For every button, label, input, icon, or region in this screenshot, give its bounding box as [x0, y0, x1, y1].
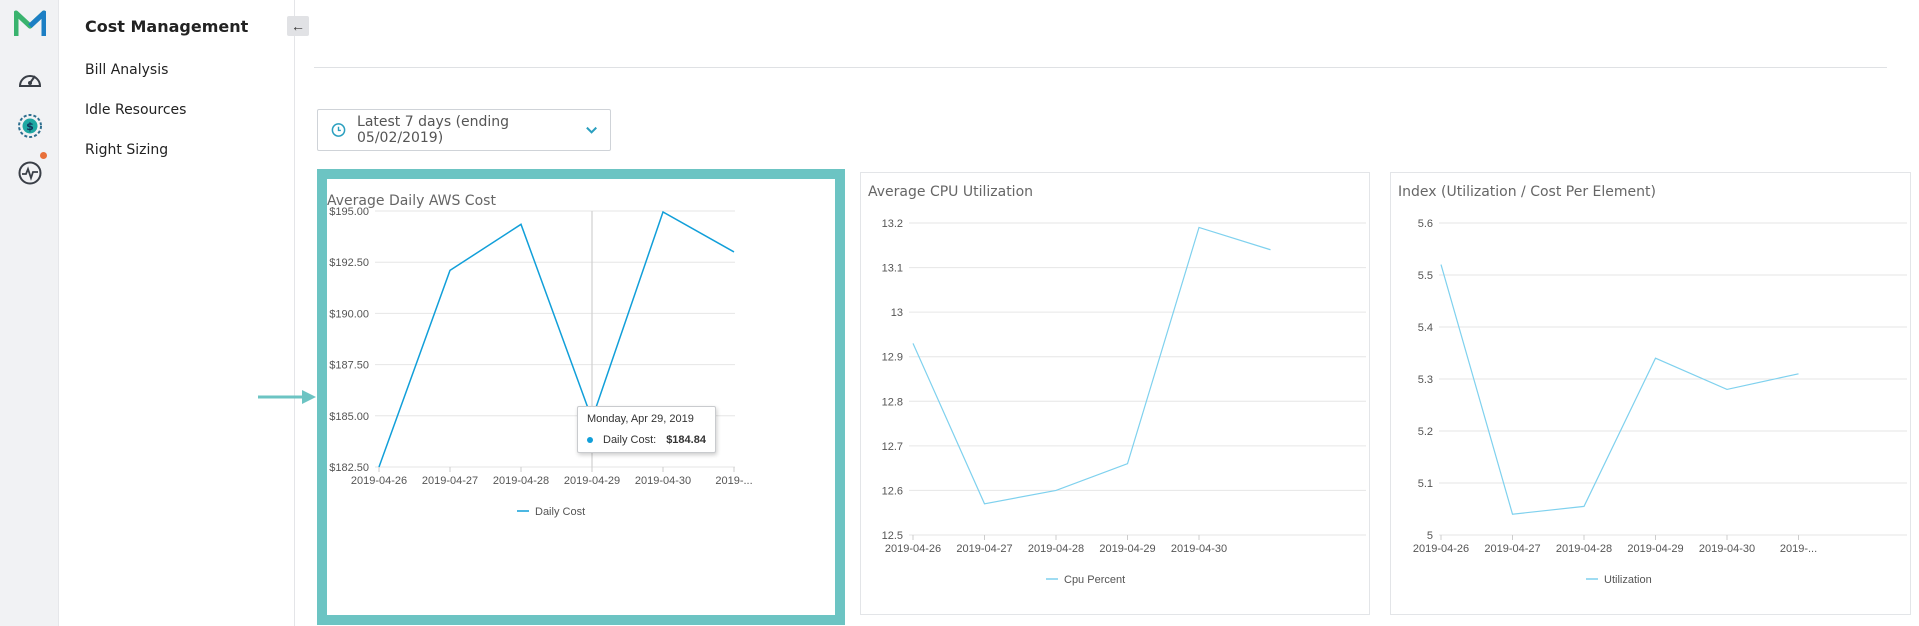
daily-cost-chart: $195.00 $192.50 $190.00 $187.50 $185.00 $182.…: [329, 206, 752, 518]
cpu-utilization-chart: 13.2 13.1 13 12.9 12.8 12.7 12.6 12.52019-04-26…: [882, 218, 1366, 586]
y-tick-label: $190.00: [329, 308, 369, 320]
x-tick-label: 2019-04-30: [635, 475, 691, 487]
x-tick-label: 2019-04-30: [1171, 543, 1227, 555]
x-tick-label: 2019-04-27: [1484, 543, 1540, 555]
y-tick-label: 12.7: [882, 441, 903, 453]
monitor-pulse-icon[interactable]: [16, 159, 44, 187]
header-divider: [314, 67, 1887, 68]
x-tick-label: 2019-04-26: [1413, 543, 1469, 555]
y-tick-label: 12.9: [882, 352, 903, 364]
utilization-index-chart: 5.6 5.5 5.4 5.3 5.2 5.1 52019-04-26 2019-04-27 2…: [1413, 218, 1907, 586]
tooltip-value: $184.84: [666, 434, 706, 446]
main-content: Latest 7 days (ending 05/02/2019) Averag…: [296, 0, 1919, 626]
x-tick-label: 2019-04-28: [1556, 543, 1612, 555]
date-range-select[interactable]: Latest 7 days (ending 05/02/2019): [317, 109, 611, 151]
date-range-label: Latest 7 days (ending 05/02/2019): [357, 114, 510, 146]
y-tick-label: $185.00: [329, 411, 369, 423]
y-tick-label: $192.50: [329, 257, 369, 269]
y-tick-label: 13.1: [882, 263, 903, 275]
x-tick-label: 2019-04-28: [493, 475, 549, 487]
chart-panel-daily-cost: Average Daily AWS Cost $195.00 $192.50 $19…: [317, 169, 845, 625]
y-tick-label: $195.00: [329, 206, 369, 218]
notification-dot: [40, 152, 47, 159]
y-tick-label: 12.6: [882, 485, 903, 497]
y-tick-label: 13.2: [882, 218, 903, 230]
logo-icon[interactable]: [14, 10, 46, 38]
x-tick-label: 2019-04-27: [422, 475, 478, 487]
chart-panel-utilization-index: Index (Utilization / Cost Per Element) 5…: [1390, 172, 1911, 615]
x-tick-label: 2019-04-29: [1099, 543, 1155, 555]
y-tick-label: $182.50: [329, 462, 369, 474]
x-tick-label: 2019-04-27: [956, 543, 1012, 555]
nav-item-right-sizing[interactable]: Right Sizing: [85, 142, 168, 158]
legend-label: Cpu Percent: [1064, 574, 1125, 586]
y-tick-label: 5.4: [1418, 322, 1433, 334]
x-tick-label: 2019-04-29: [1627, 543, 1683, 555]
tooltip-series-marker: [587, 437, 593, 443]
chart-tooltip: Monday, Apr 29, 2019 Daily Cost: $184.84: [577, 406, 716, 453]
y-tick-label: 12.5: [882, 530, 903, 542]
icon-rail: $: [0, 0, 59, 626]
y-tick-label: 13: [891, 307, 903, 319]
y-tick-label: 5.1: [1418, 478, 1433, 490]
speedometer-icon[interactable]: [16, 65, 44, 93]
series-line: [912, 226, 1271, 505]
x-tick-label: 2019-04-30: [1699, 543, 1755, 555]
x-tick-label: 2019-...: [1780, 543, 1817, 555]
x-tick-label: 2019-04-29: [564, 475, 620, 487]
tooltip-date: Monday, Apr 29, 2019: [587, 413, 694, 425]
y-tick-label: 5.3: [1418, 374, 1433, 386]
nav-item-bill-analysis[interactable]: Bill Analysis: [85, 62, 168, 78]
x-tick-label: 2019-04-26: [351, 475, 407, 487]
chart-panel-cpu-utilization: Average CPU Utilization 13.2 13.1 13 12.9 12…: [860, 172, 1370, 615]
legend-label: Utilization: [1604, 574, 1652, 586]
cost-dollar-icon[interactable]: $: [16, 112, 44, 140]
svg-text:$: $: [26, 120, 34, 133]
y-tick-label: 5: [1427, 530, 1433, 542]
y-tick-label: $187.50: [329, 360, 369, 372]
chevron-down-icon: [586, 126, 597, 134]
tooltip-series-name: Daily Cost:: [603, 434, 657, 446]
x-tick-label: 2019-04-28: [1028, 543, 1084, 555]
y-tick-label: 12.8: [882, 396, 903, 408]
section-title: Cost Management: [85, 17, 249, 36]
y-tick-label: 5.2: [1418, 426, 1433, 438]
series-line: [1440, 264, 1799, 515]
nav-item-idle-resources[interactable]: Idle Resources: [85, 102, 186, 118]
annotation-arrow-icon: [258, 390, 316, 404]
y-tick-label: 5.6: [1418, 218, 1433, 230]
y-tick-label: 5.5: [1418, 270, 1433, 282]
app-root: $ Cost Management ← Bill Analysis Idle R…: [0, 0, 1919, 626]
legend-label: Daily Cost: [535, 506, 585, 518]
clock-icon: [331, 123, 346, 137]
x-tick-label: 2019-...: [715, 475, 752, 487]
secondary-nav: Cost Management ← Bill Analysis Idle Res…: [59, 0, 309, 626]
x-tick-label: 2019-04-26: [885, 543, 941, 555]
